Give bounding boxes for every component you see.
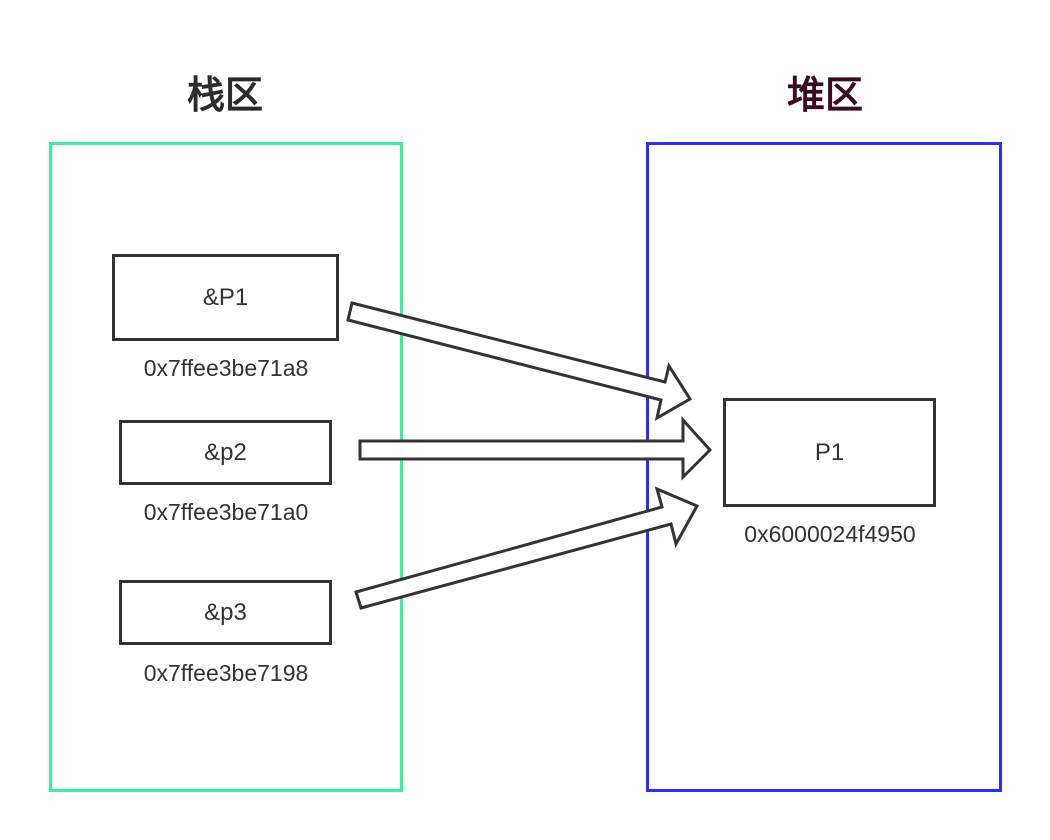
stack-region-title: 栈区 xyxy=(186,73,263,117)
heap-object: P1 xyxy=(723,398,936,507)
heap-object-label: P1 xyxy=(814,438,845,466)
stack-variable-p2: &p2 xyxy=(119,420,332,485)
stack-variable-address: 0x7ffee3be71a8 xyxy=(143,355,309,381)
heap-region-title: 堆区 xyxy=(786,73,863,117)
stack-variable-address: 0x7ffee3be7198 xyxy=(143,660,309,686)
stack-variable-label: &p2 xyxy=(204,438,247,466)
stack-variable-address: 0x7ffee3be71a0 xyxy=(143,499,309,525)
heap-object-address: 0x6000024f4950 xyxy=(744,521,916,547)
stack-variable-label: &p3 xyxy=(204,598,247,626)
stack-variable-p3: &p3 xyxy=(119,580,332,645)
stack-variable-p1: &P1 xyxy=(112,254,339,341)
stack-variable-label: &P1 xyxy=(202,283,249,311)
